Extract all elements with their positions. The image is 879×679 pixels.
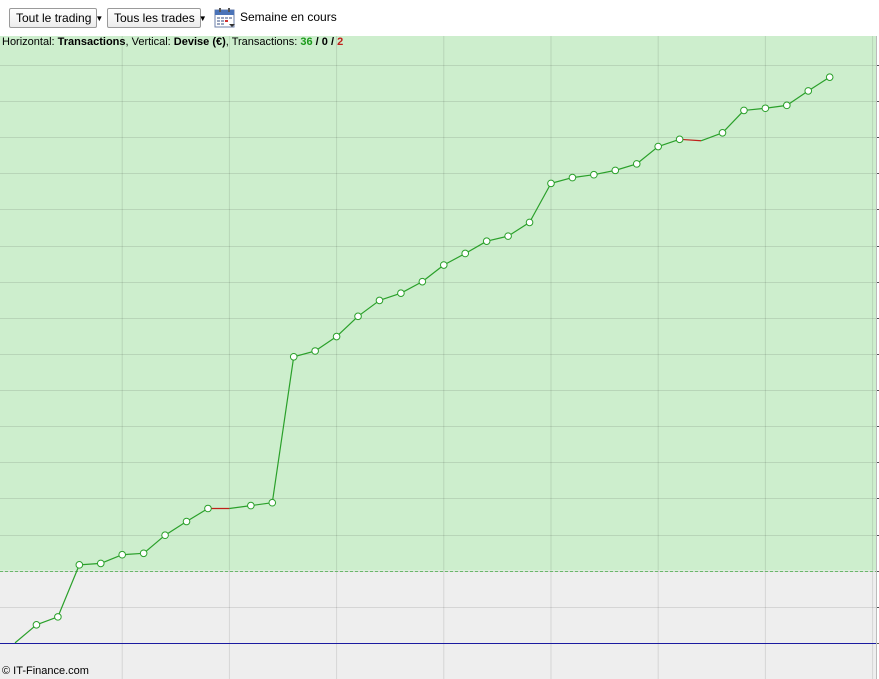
equity-chart-svg — [0, 36, 879, 679]
data-point — [783, 101, 791, 110]
copyright-text: © IT-Finance.com — [2, 665, 89, 677]
vertical-axis-name: Devise (€) — [173, 36, 226, 48]
data-point — [740, 106, 748, 115]
data-point — [568, 173, 577, 182]
trades-filter-select[interactable]: Tous les trades ▼ — [107, 8, 207, 28]
data-point — [482, 237, 491, 245]
data-point — [418, 277, 427, 286]
calendar-icon[interactable] — [214, 7, 236, 29]
data-point — [139, 549, 148, 558]
separator: / — [312, 36, 322, 48]
data-point — [439, 261, 448, 269]
data-point — [161, 531, 169, 540]
data-point — [654, 142, 662, 151]
data-point — [547, 179, 555, 188]
data-point — [32, 621, 41, 629]
data-point — [611, 166, 620, 175]
separator: / — [327, 36, 338, 48]
data-point — [332, 332, 341, 341]
data-point — [75, 561, 84, 569]
data-point — [718, 129, 727, 137]
horizontal-prefix: Horizontal: — [2, 36, 58, 48]
equity-chart — [0, 36, 879, 679]
data-point — [461, 249, 470, 258]
data-point — [268, 498, 277, 507]
data-point — [590, 170, 598, 179]
data-point — [525, 218, 534, 227]
data-point — [397, 289, 405, 298]
transactions-prefix: , Transactions: — [225, 36, 301, 48]
winning-trades-count: 36 — [300, 36, 313, 48]
data-point — [354, 312, 362, 321]
data-point — [761, 104, 770, 113]
data-point — [96, 559, 105, 568]
data-point — [289, 352, 298, 361]
data-point — [311, 347, 319, 355]
period-label: Semaine en cours — [240, 10, 337, 24]
data-point — [375, 296, 384, 305]
data-point — [204, 504, 212, 513]
data-point — [632, 160, 641, 168]
data-point — [247, 501, 255, 510]
chevron-down-icon: ▼ — [95, 14, 104, 23]
data-point — [804, 87, 813, 95]
positive-zone — [0, 36, 876, 571]
chart-info-line: Horizontal: Transactions, Vertical: Devi… — [2, 36, 343, 49]
losing-trades-count: 2 — [337, 36, 344, 48]
data-point — [118, 550, 127, 559]
chevron-down-icon: ▼ — [198, 14, 207, 23]
trading-filter-label: Tout le trading — [16, 11, 92, 25]
trades-filter-label: Tous les trades — [114, 11, 195, 25]
vertical-prefix: , Vertical: — [125, 36, 174, 48]
data-point — [675, 135, 684, 144]
data-point — [825, 73, 834, 81]
data-point — [504, 232, 512, 240]
trading-filter-select[interactable]: Tout le trading ▼ — [9, 8, 103, 28]
data-point — [182, 517, 191, 526]
negative-zone — [0, 570, 876, 679]
toolbar: Tout le trading ▼ Tous les trades ▼ Semain… — [0, 0, 879, 36]
data-point — [54, 613, 62, 621]
horizontal-axis-name: Transactions — [57, 36, 126, 48]
